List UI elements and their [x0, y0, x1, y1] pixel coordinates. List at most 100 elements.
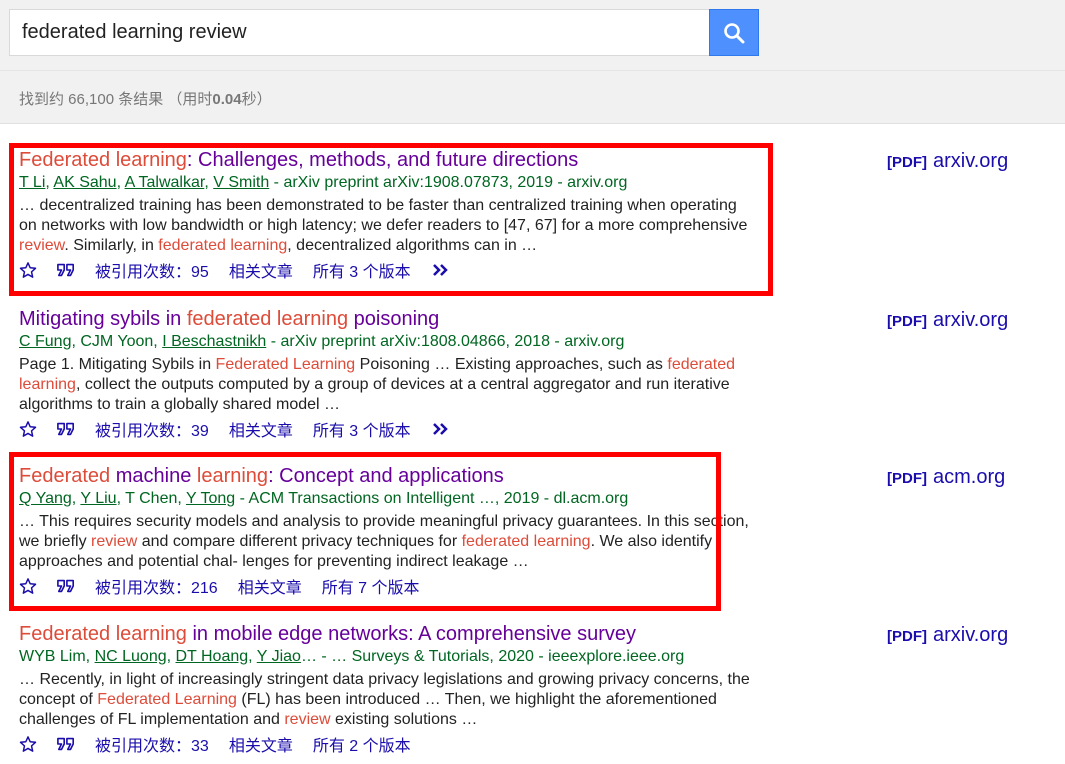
text-run: in mobile edge networks: A comprehensive…: [186, 623, 637, 645]
text-run: - arXiv preprint arXiv:1908.07873, 2019 …: [269, 174, 628, 191]
related-articles-link[interactable]: 相关文章: [229, 732, 293, 756]
double-chevron-icon[interactable]: [431, 262, 451, 278]
text-run: : Concept and applications: [268, 465, 504, 487]
results-count: 找到约 66,100 条结果 （用时0.04秒）: [19, 91, 272, 108]
author-link[interactable]: I Beschastnikh: [162, 333, 266, 350]
result-snippet: … This requires security models and anal…: [19, 512, 754, 572]
cited-by-link[interactable]: 被引用次数：33: [95, 732, 209, 756]
text-run: and compare different privacy techniques…: [137, 533, 462, 550]
text-run: Page 1. Mitigating Sybils in: [19, 356, 216, 373]
result-authors: C Fung, CJM Yoon, I Beschastnikh - arXiv…: [19, 332, 779, 352]
pdf-link[interactable]: [PDF] acm.org: [887, 466, 1005, 489]
quote-icon[interactable]: [57, 262, 75, 278]
result-item: Federated learning: Challenges, methods,…: [19, 148, 779, 281]
text-run: existing solutions …: [330, 711, 478, 728]
star-icon[interactable]: [19, 261, 37, 279]
result-actions: 被引用次数：33 相关文章 所有 2 个版本: [19, 733, 779, 755]
keyword-highlight: federated learning: [186, 308, 349, 330]
keyword-highlight: Federated learning: [19, 149, 187, 171]
result-title[interactable]: Federated learning: Challenges, methods,…: [19, 148, 779, 172]
keyword-highlight: review: [91, 533, 138, 550]
author-link[interactable]: NC Luong: [95, 648, 167, 665]
text-run: ,: [116, 174, 125, 191]
pdf-host: arxiv.org: [933, 624, 1009, 646]
all-versions-link[interactable]: 所有 2 个版本: [313, 732, 411, 756]
result-item: Federated machine learning: Concept and …: [19, 464, 779, 597]
result-authors: Q Yang, Y Liu, T Chen, Y Tong - ACM Tran…: [19, 489, 779, 509]
result-snippet: … Recently, in light of increasingly str…: [19, 670, 754, 730]
double-chevron-icon[interactable]: [431, 421, 451, 437]
pdf-link[interactable]: [PDF] arxiv.org: [887, 624, 1008, 647]
text-run: . Similarly, in: [64, 237, 159, 254]
star-icon[interactable]: [19, 420, 37, 438]
text-run: WYB Lim,: [19, 648, 95, 665]
result-authors: T Li, AK Sahu, A Talwalkar, V Smith - ar…: [19, 173, 779, 193]
text-run: poisoning: [348, 308, 440, 330]
result-title[interactable]: Federated learning in mobile edge networ…: [19, 622, 779, 646]
result-title[interactable]: Mitigating sybils in federated learning …: [19, 307, 779, 331]
related-articles-link[interactable]: 相关文章: [229, 417, 293, 441]
result-item: Federated learning in mobile edge networ…: [19, 622, 779, 755]
pdf-host: acm.org: [933, 466, 1006, 488]
author-link[interactable]: Q Yang: [19, 490, 72, 507]
text-run: ,: [248, 648, 257, 665]
pdf-host: arxiv.org: [933, 309, 1009, 331]
result-snippet: Page 1. Mitigating Sybils in Federated L…: [19, 355, 754, 415]
all-versions-link[interactable]: 所有 3 个版本: [313, 258, 411, 282]
author-link[interactable]: Y Jiao: [257, 648, 301, 665]
cited-by-link[interactable]: 被引用次数：216: [95, 574, 218, 598]
text-run: … decentralized training has been demons…: [19, 197, 748, 234]
keyword-highlight: Federated learning: [19, 623, 187, 645]
cited-by-link[interactable]: 被引用次数：95: [95, 258, 209, 282]
text-run: Poisoning … Existing approaches, such as: [355, 356, 668, 373]
quote-icon[interactable]: [57, 578, 75, 594]
text-run: : Challenges, methods, and future direct…: [186, 149, 579, 171]
result-authors: WYB Lim, NC Luong, DT Hoang, Y Jiao… - ……: [19, 647, 779, 667]
text-run: , T Chen,: [116, 490, 186, 507]
search-input[interactable]: [9, 9, 709, 56]
text-run: ,: [204, 174, 214, 191]
pdf-tag: [PDF]: [887, 154, 927, 171]
keyword-highlight: learning: [196, 465, 269, 487]
text-run: Mitigating sybils in: [19, 308, 187, 330]
keyword-highlight: Federated Learning: [97, 691, 237, 708]
text-run: , decentralized algorithms can in …: [287, 237, 538, 254]
text-run: ,: [166, 648, 176, 665]
author-link[interactable]: Y Liu: [80, 490, 116, 507]
pdf-tag: [PDF]: [887, 628, 927, 645]
result-actions: 被引用次数：216 相关文章 所有 7 个版本: [19, 575, 779, 597]
results-stats-bar: 找到约 66,100 条结果 （用时0.04秒）: [0, 71, 1065, 124]
pdf-link[interactable]: [PDF] arxiv.org: [887, 309, 1008, 332]
author-link[interactable]: Y Tong: [186, 490, 235, 507]
result-title[interactable]: Federated machine learning: Concept and …: [19, 464, 779, 488]
author-link[interactable]: T Li: [19, 174, 45, 191]
star-icon[interactable]: [19, 735, 37, 753]
keyword-highlight: review: [284, 711, 331, 728]
star-icon[interactable]: [19, 577, 37, 595]
result-actions: 被引用次数：39 相关文章 所有 3 个版本: [19, 418, 779, 440]
keyword-highlight: federated learning: [461, 533, 591, 550]
quote-icon[interactable]: [57, 421, 75, 437]
search-button[interactable]: [709, 9, 759, 56]
author-link[interactable]: A Talwalkar: [125, 174, 205, 191]
keyword-highlight: federated learning: [158, 237, 288, 254]
keyword-highlight: review: [19, 237, 65, 254]
related-articles-link[interactable]: 相关文章: [238, 574, 302, 598]
text-run: - arXiv preprint arXiv:1808.04866, 2018 …: [266, 333, 625, 350]
related-articles-link[interactable]: 相关文章: [229, 258, 293, 282]
text-run: , CJM Yoon,: [71, 333, 163, 350]
cited-by-link[interactable]: 被引用次数：39: [95, 417, 209, 441]
pdf-link[interactable]: [PDF] arxiv.org: [887, 150, 1008, 173]
all-versions-link[interactable]: 所有 7 个版本: [322, 574, 420, 598]
author-link[interactable]: AK Sahu: [53, 174, 116, 191]
author-link[interactable]: DT Hoang: [176, 648, 249, 665]
keyword-highlight: Federated Learning: [215, 356, 356, 373]
all-versions-link[interactable]: 所有 3 个版本: [313, 417, 411, 441]
quote-icon[interactable]: [57, 736, 75, 752]
author-link[interactable]: C Fung: [19, 333, 71, 350]
text-run: machine: [110, 465, 197, 487]
text-run: , collect the outputs computed by a grou…: [19, 376, 730, 413]
pdf-host: arxiv.org: [933, 150, 1009, 172]
keyword-highlight: Federated: [19, 465, 111, 487]
author-link[interactable]: V Smith: [213, 174, 269, 191]
